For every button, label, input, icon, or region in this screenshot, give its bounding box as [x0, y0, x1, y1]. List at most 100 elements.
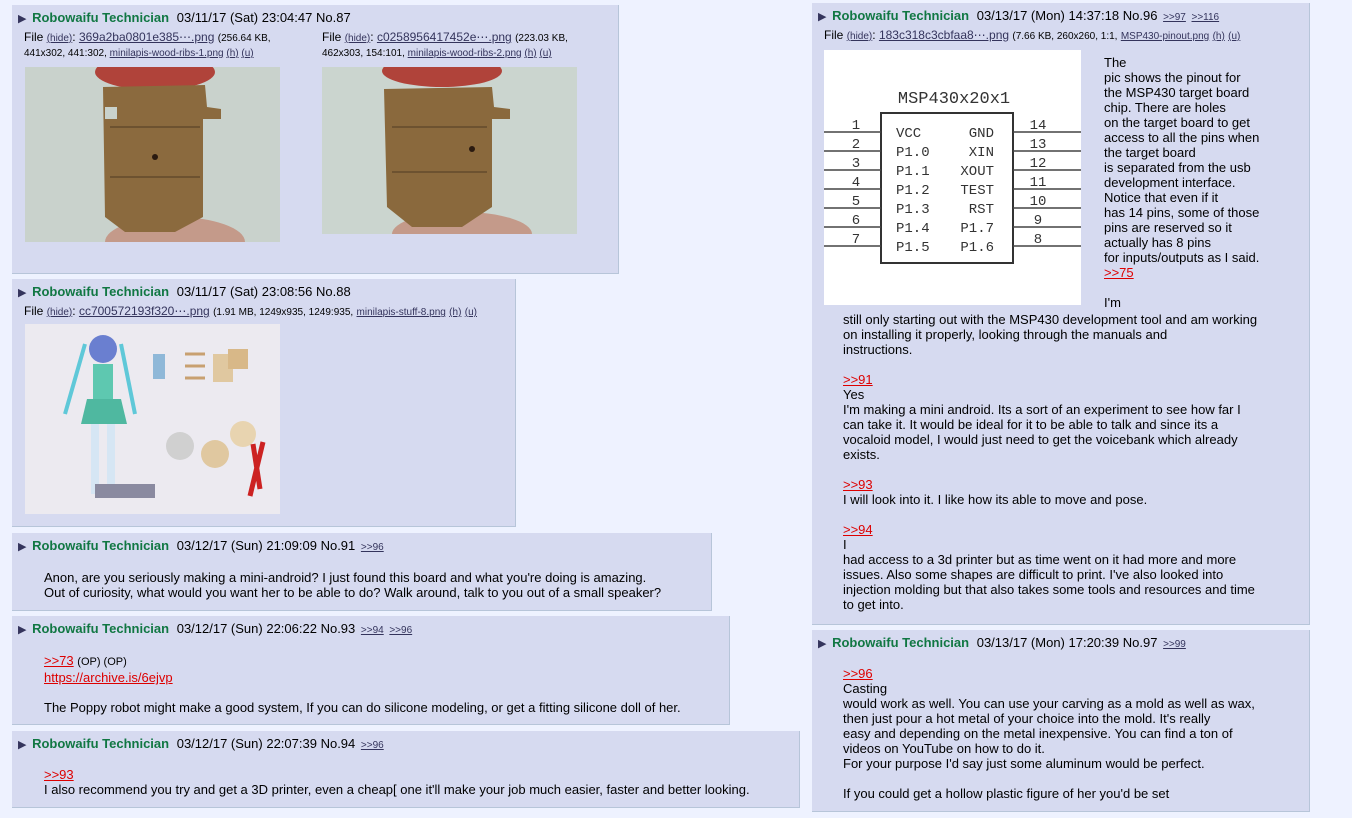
post-menu-arrow-icon[interactable]: ▶	[18, 739, 26, 751]
pin-number-right: 11	[1030, 175, 1047, 191]
msp430-pinout-diagram: MSP430x20x1 1 VCC 2 P1.0 3 P1.1 4 P1.2 5 P1.3 6 P1.…	[824, 90, 1081, 264]
post-menu-arrow-icon[interactable]: ▶	[818, 638, 826, 650]
post-menu-arrow-icon[interactable]: ▶	[18, 541, 26, 553]
thumbnail-wood-ribs-2[interactable]	[322, 67, 577, 234]
u-link[interactable]: (u)	[241, 48, 253, 59]
quote-link[interactable]: >>93	[44, 767, 74, 782]
pin-signal-right: P1.7	[960, 221, 994, 237]
u-link[interactable]: (u)	[539, 48, 551, 59]
backlink[interactable]: >>96	[389, 625, 412, 636]
file-link[interactable]: 369a2ba0801e385⋯.png	[79, 30, 214, 44]
thumbnail-wood-ribs-1[interactable]	[25, 67, 280, 242]
post-datetime: 03/12/17 (Sun) 22:07:39	[176, 736, 317, 751]
pin-signal-left: P1.4	[896, 221, 930, 237]
original-filename-link[interactable]: minilapis-wood-ribs-1.png	[110, 48, 224, 59]
post-message: >>73 (OP) (OP) https://archive.is/6ejvp …	[44, 653, 724, 715]
hide-link[interactable]: (hide)	[47, 33, 73, 44]
file-block-2: File (hide): c0258956417452e⋯.png (223.0…	[322, 30, 612, 61]
post-number[interactable]: No.87	[316, 10, 351, 25]
minilapis-stuff-image	[25, 324, 280, 514]
u-link[interactable]: (u)	[465, 307, 477, 318]
quote-link[interactable]: >>91	[843, 372, 873, 387]
post-header: ▶ Robowaifu Technician 03/11/17 (Sat) 23…	[18, 9, 608, 28]
pin-signal-left: P1.0	[896, 145, 930, 161]
backlink[interactable]: >>97	[1163, 12, 1186, 23]
post-number[interactable]: No.94	[321, 736, 356, 751]
backlink[interactable]: >>94	[361, 625, 384, 636]
post-datetime: 03/12/17 (Sun) 22:06:22	[176, 621, 317, 636]
quote-link[interactable]: >>73	[44, 653, 74, 668]
quote-link[interactable]: >>96	[843, 666, 873, 681]
u-link[interactable]: (u)	[1228, 31, 1240, 42]
hide-link[interactable]: (hide)	[47, 307, 73, 318]
poster-name: Robowaifu Technician	[32, 736, 170, 751]
file-info: File (hide): 183c318c3cbfaa8⋯.png (7.66 …	[824, 28, 1241, 42]
post-menu-arrow-icon[interactable]: ▶	[18, 624, 26, 636]
pin-number-left: 6	[852, 213, 860, 229]
post-number[interactable]: No.97	[1123, 635, 1158, 650]
chip-title: MSP430x20x1	[898, 90, 1010, 109]
post-number[interactable]: No.91	[321, 538, 356, 553]
post-header: ▶ Robowaifu Technician 03/12/17 (Sun) 21…	[18, 537, 701, 556]
file-link[interactable]: c0258956417452e⋯.png	[377, 30, 512, 44]
backlink[interactable]: >>116	[1192, 12, 1220, 23]
wood-ribs-image-2	[322, 67, 577, 234]
quote-link[interactable]: >>93	[843, 477, 873, 492]
archive-link[interactable]: https://archive.is/6ejvp	[44, 670, 173, 685]
post-menu-arrow-icon[interactable]: ▶	[18, 287, 26, 299]
pin-number-right: 12	[1030, 156, 1047, 172]
pin-signal-right: RST	[969, 202, 994, 218]
pin-signal-right: XOUT	[960, 164, 994, 180]
original-filename-link[interactable]: minilapis-wood-ribs-2.png	[408, 48, 522, 59]
thumbnail-minilapis-stuff[interactable]	[25, 324, 280, 514]
poster-name: Robowaifu Technician	[832, 635, 970, 650]
post-menu-arrow-icon[interactable]: ▶	[818, 11, 826, 23]
h-link[interactable]: (h)	[1213, 31, 1225, 42]
pin-number-right: 8	[1034, 232, 1042, 248]
backlink[interactable]: >>96	[361, 542, 384, 553]
h-link[interactable]: (h)	[226, 48, 238, 59]
pin-number-left: 4	[852, 175, 860, 191]
pin-number-right: 13	[1030, 137, 1047, 153]
post-header: ▶ Robowaifu Technician 03/12/17 (Sun) 22…	[18, 735, 789, 754]
file-link[interactable]: cc700572193f320⋯.png	[79, 304, 210, 318]
poster-name: Robowaifu Technician	[32, 538, 170, 553]
h-link[interactable]: (h)	[524, 48, 536, 59]
hide-link[interactable]: (hide)	[345, 33, 371, 44]
post-number[interactable]: No.88	[316, 284, 351, 299]
quote-link[interactable]: >>75	[1104, 265, 1134, 280]
post-number[interactable]: No.96	[1123, 8, 1158, 23]
poster-name: Robowaifu Technician	[832, 8, 970, 23]
post-94: ▶ Robowaifu Technician 03/12/17 (Sun) 22…	[12, 731, 800, 808]
pin-signal-left: P1.1	[896, 164, 930, 180]
thumbnail-msp430-pinout[interactable]: MSP430x20x1 1 VCC 2 P1.0 3 P1.1 4 P1.2 5 P1.3 6 P1.…	[824, 50, 1081, 305]
file-link[interactable]: 183c318c3cbfaa8⋯.png	[879, 28, 1009, 42]
file-info: File (hide): cc700572193f320⋯.png (1.91 …	[24, 304, 477, 318]
pin-signal-left: P1.2	[896, 183, 930, 199]
post-header: ▶ Robowaifu Technician 03/13/17 (Mon) 14…	[818, 7, 1299, 26]
pin-signal-left: VCC	[896, 126, 921, 142]
backlink[interactable]: >>96	[361, 740, 384, 751]
pin-signal-right: XIN	[969, 145, 994, 161]
post-menu-arrow-icon[interactable]: ▶	[18, 13, 26, 25]
original-filename-link[interactable]: MSP430-pinout.png	[1121, 31, 1209, 42]
h-link[interactable]: (h)	[449, 307, 461, 318]
post-message: >>93 I also recommend you try and get a …	[44, 767, 794, 797]
post-datetime: 03/11/17 (Sat) 23:08:56	[176, 284, 313, 299]
op-marker: (OP) (OP)	[77, 656, 127, 668]
pin-signal-right: GND	[969, 126, 994, 142]
post-message: Anon, are you seriously making a mini-an…	[44, 570, 662, 600]
pin-number-left: 1	[852, 118, 860, 134]
pin-number-right: 10	[1030, 194, 1047, 210]
pin-signal-left: P1.5	[896, 240, 930, 256]
post-93: ▶ Robowaifu Technician 03/12/17 (Sun) 22…	[12, 616, 730, 725]
post-number[interactable]: No.93	[321, 621, 356, 636]
quote-link[interactable]: >>94	[843, 522, 873, 537]
pin-signal-left: P1.3	[896, 202, 930, 218]
backlink[interactable]: >>99	[1163, 639, 1186, 650]
original-filename-link[interactable]: minilapis-stuff-8.png	[357, 307, 446, 318]
pin-number-left: 3	[852, 156, 860, 172]
post-side-text: The pic shows the pinout for the MSP430 …	[1104, 55, 1260, 310]
hide-link[interactable]: (hide)	[847, 31, 873, 42]
post-datetime: 03/13/17 (Mon) 17:20:39	[976, 635, 1120, 650]
